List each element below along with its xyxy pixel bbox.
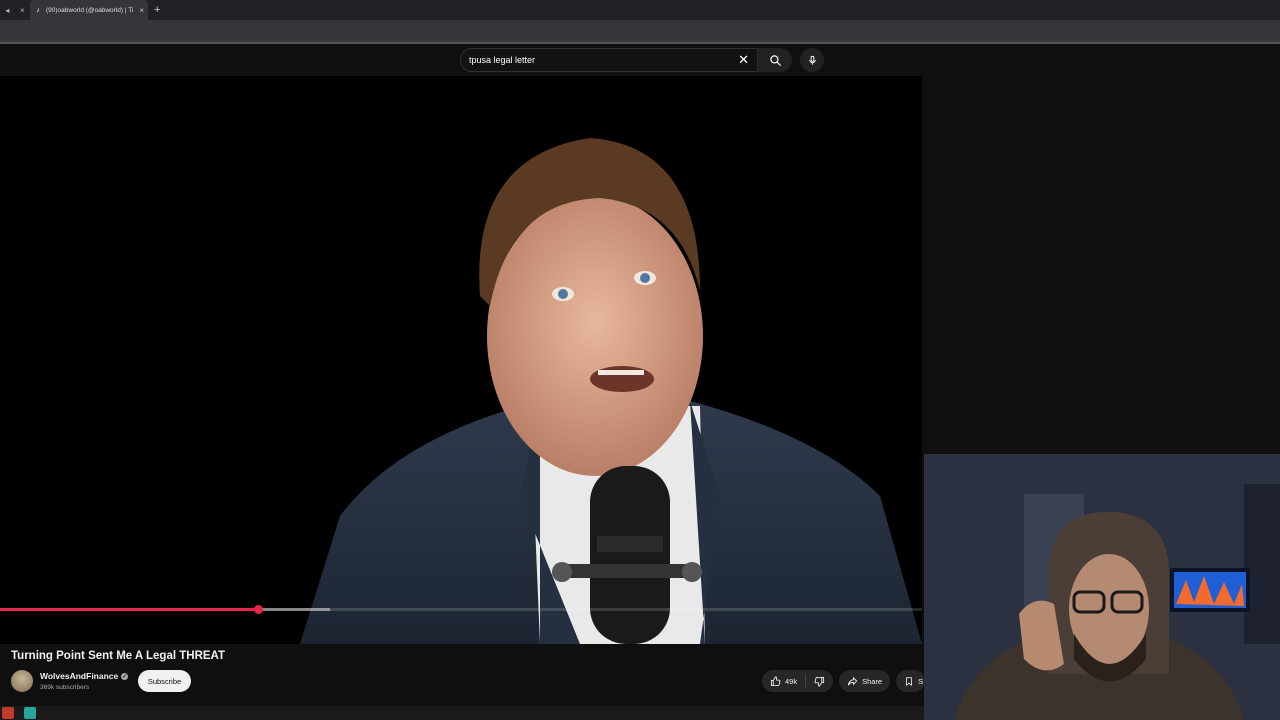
dislike-button[interactable]	[806, 676, 833, 687]
search-input[interactable]: tpusa legal letter ✕	[460, 48, 758, 72]
search-button[interactable]	[758, 48, 792, 72]
close-icon[interactable]: ×	[20, 6, 25, 15]
save-button[interactable]: S	[896, 670, 926, 692]
bookmark-icon	[906, 676, 912, 686]
tiktok-icon: ♪	[36, 6, 40, 14]
like-dislike-group: 49k	[762, 670, 834, 692]
channel-avatar[interactable]	[11, 670, 33, 692]
video-frame	[300, 138, 922, 644]
save-label: S	[918, 676, 924, 686]
search-icon	[769, 54, 781, 66]
video-player[interactable]	[0, 76, 922, 644]
share-label: Share	[862, 676, 883, 686]
like-count: 49k	[785, 676, 798, 686]
search-query[interactable]: tpusa legal letter	[469, 55, 738, 65]
like-button[interactable]: 49k	[762, 674, 807, 688]
browser-tab-strip: ◂ × ♪ (90)oabworld (@oabworld) | Ti × +	[0, 0, 1280, 20]
webcam-feed	[924, 454, 1280, 720]
youtube-header: tpusa legal letter ✕	[0, 46, 1280, 74]
progress-played	[0, 608, 259, 611]
channel-name-row[interactable]: WolvesAndFinance ✓	[40, 671, 129, 681]
subscribe-button[interactable]: Subscribe	[138, 670, 191, 692]
browser-tab[interactable]: ♪ (90)oabworld (@oabworld) | Ti ×	[30, 0, 148, 20]
tab-close-button[interactable]: ×	[139, 6, 144, 15]
channel-name[interactable]: WolvesAndFinance	[40, 671, 118, 681]
thumbs-down-icon	[814, 676, 825, 686]
share-icon	[848, 676, 858, 685]
verified-icon: ✓	[121, 672, 129, 680]
video-title: Turning Point Sent Me A Legal THREAT	[11, 650, 226, 662]
discord-icon[interactable]	[24, 707, 36, 719]
tab-title: (90)oabworld (@oabworld) | Ti	[46, 6, 134, 14]
share-button[interactable]: Share	[839, 670, 891, 692]
video-progress-bar[interactable]	[0, 605, 922, 614]
clear-search-button[interactable]: ✕	[738, 52, 749, 68]
browser-toolbar	[0, 20, 1280, 44]
tab-controls: ◂ ×	[0, 6, 30, 15]
webcam-overlay	[924, 454, 1280, 720]
microphone-icon	[808, 55, 816, 65]
voice-search-button[interactable]	[800, 48, 824, 72]
speaker-icon[interactable]: ◂	[5, 6, 9, 15]
thumbs-up-icon	[770, 676, 781, 686]
new-tab-button[interactable]: +	[154, 4, 160, 16]
video-actions: 49k Share S	[762, 670, 926, 692]
video-info: Turning Point Sent Me A Legal THREAT Wol…	[0, 644, 926, 700]
news-app-icon[interactable]	[2, 707, 14, 719]
subscriber-count: 369k subscribers	[40, 684, 90, 691]
